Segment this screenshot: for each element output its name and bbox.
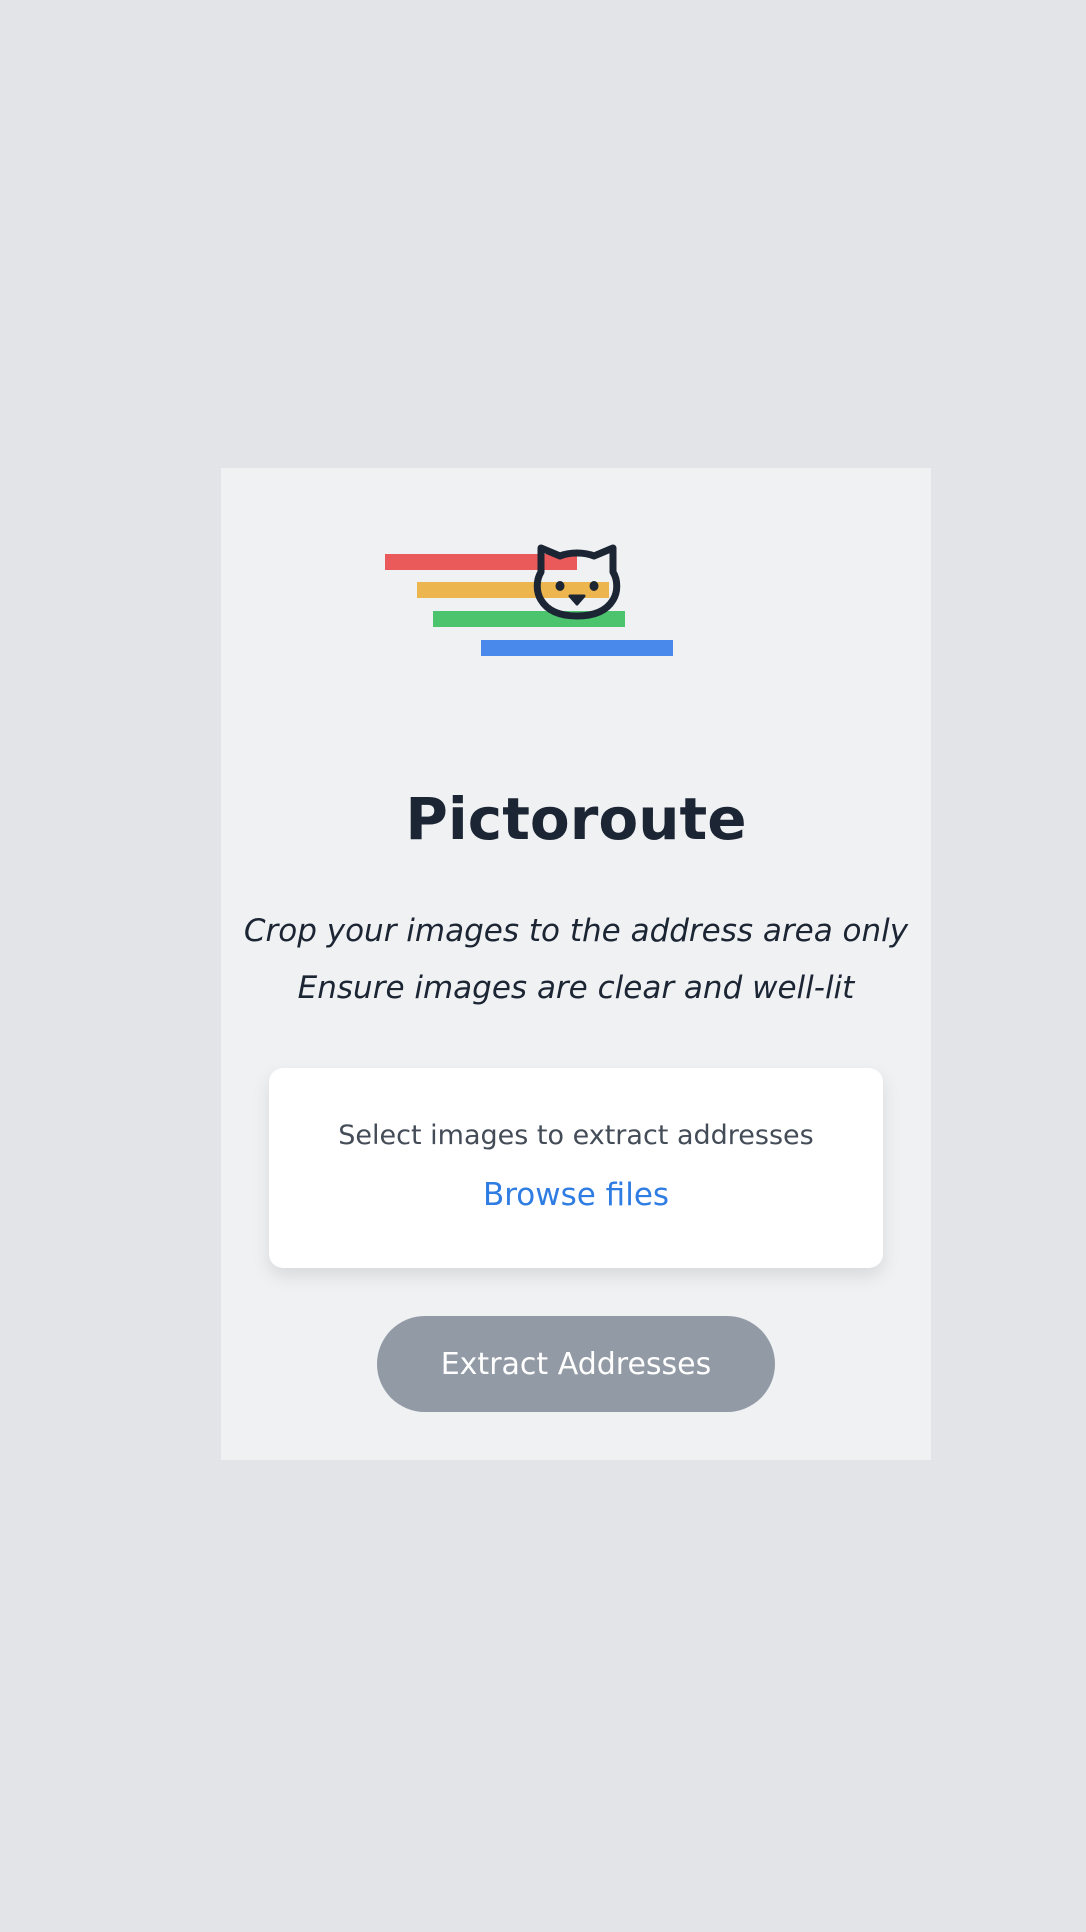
file-upload-dropzone[interactable]: Select images to extract addresses Brows… — [269, 1068, 883, 1268]
app-title: Pictoroute — [405, 785, 747, 853]
tip-lighting: Ensure images are clear and well-lit — [297, 970, 855, 1006]
upload-prompt: Select images to extract addresses — [338, 1120, 814, 1151]
browse-files-link[interactable]: Browse files — [269, 1180, 883, 1211]
tip-crop: Crop your images to the address area onl… — [243, 913, 909, 949]
stripe-blue — [481, 640, 673, 656]
speed-stripes — [385, 554, 673, 656]
main-card: Pictoroute Crop your images to the addre… — [221, 468, 931, 1460]
app-logo — [385, 544, 673, 656]
stripe-red — [385, 554, 577, 570]
extract-addresses-button[interactable]: Extract Addresses — [377, 1316, 775, 1412]
